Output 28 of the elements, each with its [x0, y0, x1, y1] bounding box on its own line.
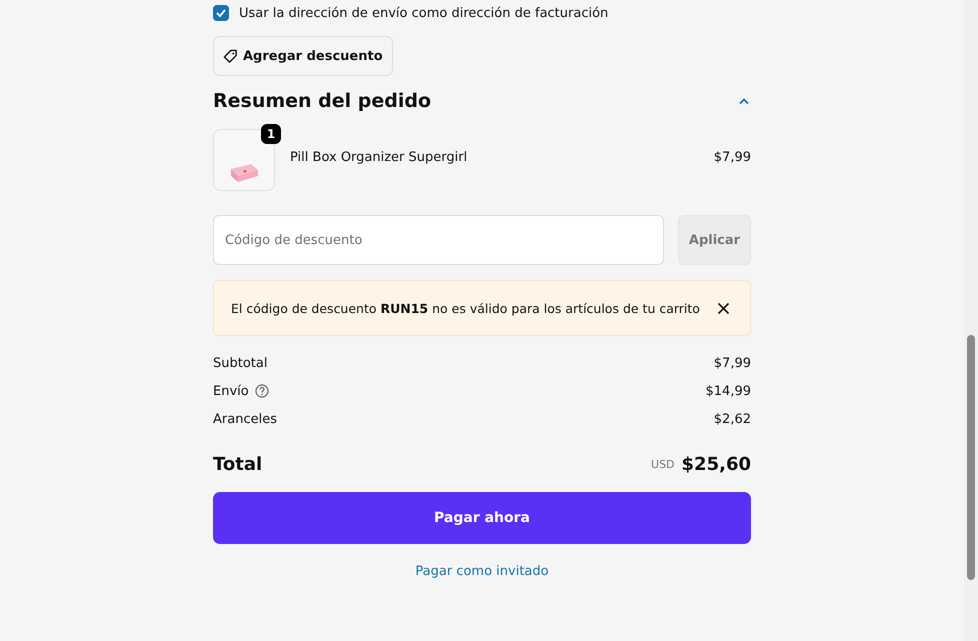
tag-icon: [223, 48, 238, 64]
product-price: $7,99: [714, 150, 751, 165]
add-discount-button[interactable]: Agregar descuento: [213, 36, 393, 76]
cost-value: $14,99: [706, 384, 751, 398]
total-amount: $25,60: [682, 454, 751, 474]
scrollbar[interactable]: [964, 0, 978, 641]
discount-code-field[interactable]: Código de descuento: [213, 215, 664, 265]
cost-label: Envío: [213, 384, 249, 398]
guest-checkout-link[interactable]: Pagar como invitado: [415, 564, 549, 579]
currency-code: USD: [651, 458, 675, 470]
alert-message: El código de descuento RUN15 no es válido para los artículos de tu carrito: [231, 300, 700, 316]
close-icon[interactable]: [717, 302, 730, 314]
pay-now-button[interactable]: Pagar ahora: [213, 492, 751, 544]
scrollbar-thumb[interactable]: [967, 335, 975, 580]
checkbox-label: Usar la dirección de envío como dirección de facturación: [239, 6, 608, 20]
checkmark-icon: [215, 7, 227, 19]
total-label: Total: [213, 454, 264, 474]
cost-label: Aranceles: [213, 412, 277, 426]
cost-value: $2,62: [714, 412, 751, 426]
order-summary-heading: Resumen del pedido: [213, 90, 432, 112]
cost-value: $7,99: [714, 356, 751, 370]
help-icon[interactable]: [254, 384, 269, 398]
checkbox[interactable]: [213, 5, 229, 21]
quantity-badge: 1: [261, 124, 281, 144]
product-name: Pill Box Organizer Supergirl: [290, 150, 468, 165]
chevron-icon[interactable]: [738, 97, 750, 105]
cost-label: Subtotal: [213, 356, 268, 370]
apply-button[interactable]: Aplicar: [678, 215, 751, 265]
